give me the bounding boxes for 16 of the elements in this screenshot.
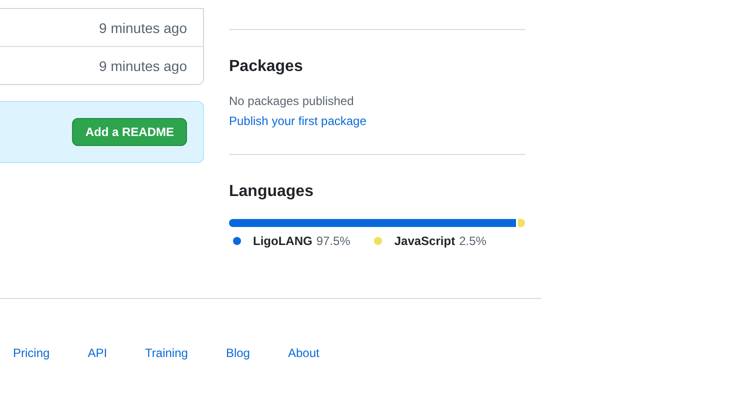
publish-package-link[interactable]: Publish your first package — [229, 114, 366, 128]
language-percent: 97.5% — [316, 234, 350, 248]
language-percent: 2.5% — [459, 234, 486, 248]
packages-text: No packages published — [229, 94, 355, 108]
footer-link[interactable]: Blog — [226, 346, 250, 360]
language-name: LigoLANG — [253, 234, 312, 248]
commit-age: 9 minutes ago — [99, 20, 187, 36]
footer-link[interactable]: Pricing — [13, 346, 50, 360]
footer-link[interactable]: API — [88, 346, 108, 360]
commit-age: 9 minutes ago — [99, 58, 187, 74]
section-title: Packages — [229, 58, 304, 76]
language-name: JavaScript — [394, 234, 456, 248]
add-readme-button[interactable]: Add a README — [72, 118, 187, 146]
footer-link[interactable]: Training — [145, 346, 188, 360]
footer-link[interactable]: About — [288, 346, 320, 360]
section-title: Languages — [229, 183, 314, 201]
